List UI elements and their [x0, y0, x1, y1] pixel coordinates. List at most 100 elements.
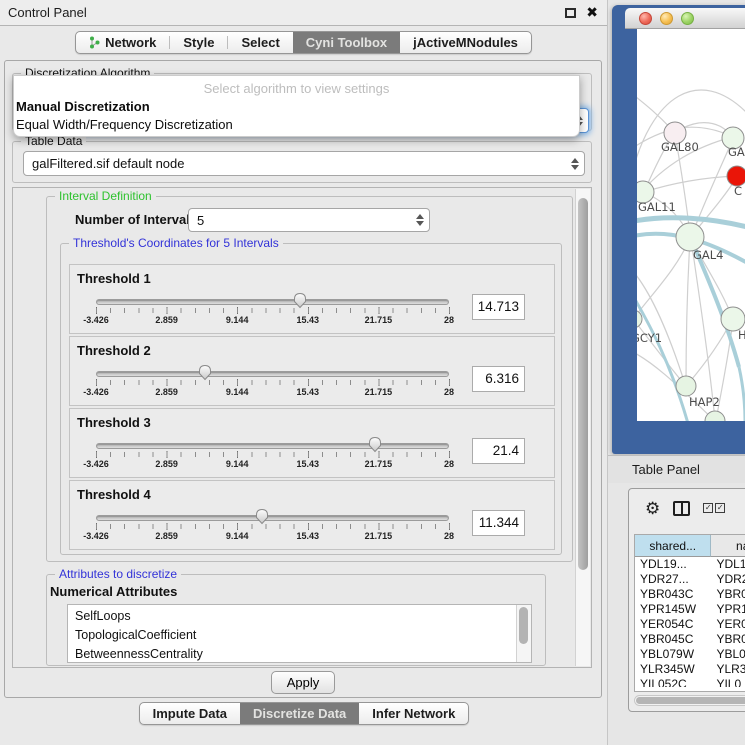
threshold-row: Threshold 3 -3.4262.8599.14415.4321.7152…: [69, 408, 555, 478]
tab-impute-data[interactable]: Impute Data: [140, 703, 240, 724]
threshold-row: Threshold 2 -3.4262.8599.14415.4321.7152…: [69, 336, 555, 406]
apply-button[interactable]: Apply: [271, 671, 335, 694]
control-panel-titlebar: Control Panel ✖: [0, 0, 607, 26]
column-header-name[interactable]: na: [711, 535, 745, 557]
slider-track[interactable]: [96, 299, 449, 305]
node-label: GA: [728, 145, 745, 159]
table-row[interactable]: YIL052CYIL0: [635, 677, 745, 687]
attribute-item-topologicalcoefficient[interactable]: TopologicalCoefficient: [75, 626, 516, 645]
cell-name: YBL0: [711, 647, 745, 662]
close-traffic-light-icon[interactable]: [639, 12, 652, 25]
combobox-value: galFiltered.sif default node: [24, 156, 566, 171]
threshold-value-field[interactable]: 6.316: [472, 366, 525, 392]
settings-scrollpane: Interval Definition Number of Intervals …: [12, 187, 592, 668]
slider-thumb[interactable]: [197, 363, 213, 381]
threshold-slider[interactable]: -3.4262.8599.14415.4321.71528: [96, 507, 449, 547]
tab-label: Discretize Data: [253, 706, 346, 721]
cell-name: YLR3: [711, 662, 745, 677]
tab-network[interactable]: Network: [76, 32, 169, 53]
attributes-list-scrollbar[interactable]: [516, 605, 531, 662]
slider-minor-ticks: [96, 452, 451, 457]
axis-tick-label: 21.715: [365, 387, 393, 397]
cell-shared-name: YPR145W: [635, 602, 711, 617]
axis-tick-label: -3.426: [83, 315, 109, 325]
table-row[interactable]: YER054CYER0: [635, 617, 745, 632]
threshold-value-field[interactable]: 14.713: [472, 294, 525, 320]
table-hscrollbar[interactable]: [634, 695, 745, 706]
table-data-combobox[interactable]: galFiltered.sif default node: [23, 151, 585, 176]
zoom-traffic-light-icon[interactable]: [681, 12, 694, 25]
minimize-traffic-light-icon[interactable]: [660, 12, 673, 25]
scrollbar-thumb[interactable]: [636, 697, 745, 704]
threshold-value-field[interactable]: 11.344: [472, 510, 525, 536]
algorithm-option-equal-width-frequency-discretization[interactable]: Equal Width/Frequency Discretization: [14, 116, 579, 134]
cell-name: YBR0: [711, 587, 745, 602]
node-label: GAL11: [638, 200, 676, 214]
tab-infer-network[interactable]: Infer Network: [359, 703, 468, 724]
attribute-item-selfloops[interactable]: SelfLoops: [75, 607, 516, 626]
algorithm-option-manual-discretization[interactable]: Manual Discretization: [14, 98, 579, 116]
table-row[interactable]: YDL19...YDL1: [635, 557, 745, 572]
settings-scrollbar[interactable]: [575, 189, 590, 666]
network-node[interactable]: [705, 411, 725, 421]
slider-tick-labels: -3.4262.8599.14415.4321.71528: [96, 387, 449, 399]
network-node-gal4[interactable]: [676, 223, 704, 251]
table-row[interactable]: YLR345WYLR3: [635, 662, 745, 677]
threshold-value-field[interactable]: 21.4: [472, 438, 525, 464]
network-node-hap2[interactable]: [676, 376, 696, 396]
table-row[interactable]: YBR043CYBR0: [635, 587, 745, 602]
threshold-slider[interactable]: -3.4262.8599.14415.4321.71528: [96, 435, 449, 475]
slider-thumb[interactable]: [254, 507, 270, 525]
slider-thumb[interactable]: [367, 435, 383, 453]
threshold-slider[interactable]: -3.4262.8599.14415.4321.71528: [96, 291, 449, 331]
threshold-slider[interactable]: -3.4262.8599.14415.4321.71528: [96, 363, 449, 403]
cell-name: YDR2: [711, 572, 745, 587]
number-of-intervals-combobox[interactable]: 5: [188, 208, 430, 232]
combobox-stepper-icon[interactable]: [566, 152, 584, 175]
slider-tick-labels: -3.4262.8599.14415.4321.71528: [96, 459, 449, 471]
network-icon: [89, 36, 100, 49]
algorithm-placeholder-option[interactable]: Select algorithm to view settings: [14, 79, 579, 98]
split-columns-icon[interactable]: [673, 501, 690, 516]
network-node-c[interactable]: [727, 166, 745, 186]
network-window-titlebar[interactable]: [625, 8, 745, 29]
axis-tick-label: 9.144: [226, 387, 249, 397]
table-row[interactable]: YPR145WYPR1: [635, 602, 745, 617]
select-columns-icon[interactable]: ✓ ✓: [703, 503, 725, 513]
tab-cyni-toolbox[interactable]: Cyni Toolbox: [293, 32, 400, 53]
axis-tick-label: 2.859: [155, 459, 178, 469]
slider-minor-ticks: [96, 524, 451, 529]
table-row[interactable]: YDR27...YDR2: [635, 572, 745, 587]
slider-minor-ticks: [96, 308, 451, 313]
slider-thumb[interactable]: [292, 291, 308, 309]
axis-tick-label: 21.715: [365, 459, 393, 469]
table-row[interactable]: YBL079WYBL0: [635, 647, 745, 662]
scrollbar-thumb[interactable]: [578, 198, 588, 570]
axis-tick-label: -3.426: [83, 459, 109, 469]
scrollbar-thumb[interactable]: [519, 607, 528, 644]
table-row[interactable]: YBR045CYBR0: [635, 632, 745, 647]
axis-tick-label: 15.43: [297, 459, 320, 469]
tab-style[interactable]: Style: [170, 32, 227, 53]
tab-jactivemnodules[interactable]: jActiveMNodules: [400, 32, 531, 53]
slider-track[interactable]: [96, 515, 449, 521]
slider-track[interactable]: [96, 443, 449, 449]
tab-discretize-data[interactable]: Discretize Data: [240, 703, 359, 724]
tab-select[interactable]: Select: [228, 32, 292, 53]
gear-icon[interactable]: ⚙: [645, 500, 660, 517]
screen: Control Panel ✖ NetworkStyleSelectCyni T…: [0, 0, 745, 745]
cell-name: YER0: [711, 617, 745, 632]
checkbox-icon: ✓: [703, 503, 713, 513]
axis-tick-label: 28: [444, 459, 454, 469]
close-icon[interactable]: ✖: [586, 7, 598, 18]
column-header-shared-name[interactable]: shared...: [635, 535, 711, 557]
float-window-icon[interactable]: [565, 8, 576, 18]
axis-tick-label: -3.426: [83, 531, 109, 541]
slider-track[interactable]: [96, 371, 449, 377]
network-canvas[interactable]: GAL80GACGAL11GAL4GCY1HHAP2: [637, 29, 745, 421]
slider-tick-labels: -3.4262.8599.14415.4321.71528: [96, 531, 449, 543]
node-attribute-table: shared... na YDL19...YDL1YDR27...YDR2YBR…: [634, 534, 745, 692]
tab-label: jActiveMNodules: [413, 35, 518, 50]
combobox-stepper-icon[interactable]: [411, 209, 429, 231]
attribute-item-betweennesscentrality[interactable]: BetweennessCentrality: [75, 645, 516, 662]
